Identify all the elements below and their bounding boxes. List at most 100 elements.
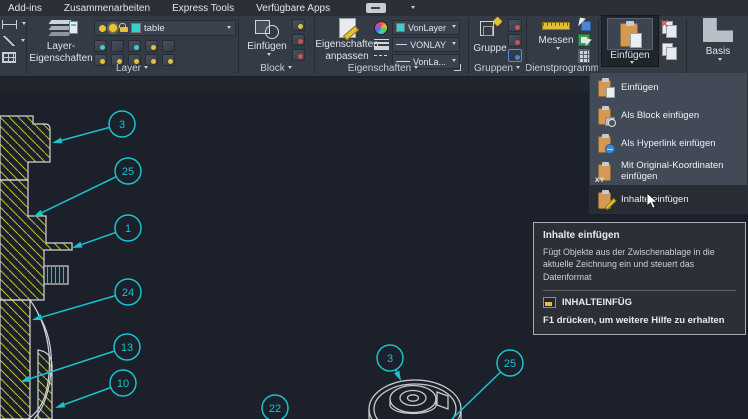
chevron-down-icon xyxy=(515,66,520,71)
color-wheel-icon[interactable] xyxy=(374,21,388,35)
tooltip-help-hint: F1 drücken, um weitere Hilfe zu erhalten xyxy=(543,314,725,326)
utility-tools xyxy=(578,18,591,63)
paste-original-coordinates-icon: XY xyxy=(595,161,613,184)
paste-special-icon xyxy=(598,189,617,210)
chevron-down-icon xyxy=(452,42,456,47)
ribbon-toggle-icon[interactable] xyxy=(366,3,387,13)
panel-separator xyxy=(598,18,599,74)
section-part xyxy=(0,115,73,419)
paste-as-block-icon xyxy=(598,105,616,127)
callout-label: 10 xyxy=(117,378,129,390)
block-tool-icon[interactable] xyxy=(292,49,305,61)
lineweight-dropdown[interactable]: VONLAY xyxy=(392,37,460,52)
layer-tool-icon[interactable] xyxy=(145,40,158,52)
layer-combo[interactable]: table xyxy=(94,20,236,36)
callout-label: 24 xyxy=(122,287,134,299)
layer-combo-value: table xyxy=(144,22,165,34)
menu-item-paste-as-hyperlink[interactable]: Als Hyperlink einfügen xyxy=(590,129,747,157)
menu-item-paste-original-coordinates[interactable]: XY Mit Original-Koordinaten einfügen xyxy=(590,157,747,185)
callout-label: 3 xyxy=(387,353,393,365)
copy-icon[interactable] xyxy=(662,43,677,60)
tooltip-command: INHALTEINFÜG xyxy=(562,296,633,308)
chevron-down-icon xyxy=(452,25,456,30)
menu-item-express-tools[interactable]: Express Tools xyxy=(172,3,234,14)
paste-dropdown-menu: Einfügen Als Block einfügen Als Hyperlin… xyxy=(589,73,748,214)
menu-item-paste-as-block[interactable]: Als Block einfügen xyxy=(590,101,747,129)
group-edit-icon[interactable] xyxy=(508,34,522,47)
groups-panel-label[interactable]: Gruppen xyxy=(468,62,526,75)
chevron-down-icon xyxy=(717,58,722,63)
table-tool[interactable] xyxy=(2,52,16,63)
base-button[interactable]: Basis xyxy=(692,18,744,63)
callout-label: 25 xyxy=(504,358,516,370)
quick-select-icon[interactable] xyxy=(578,18,591,31)
group-button[interactable]: Gruppe xyxy=(472,16,508,54)
menu-item-paste-special[interactable]: Inhalte einfügen xyxy=(590,185,747,213)
utilities-panel-label[interactable]: Dienstprogramm xyxy=(526,62,598,75)
layer-tool-icon[interactable] xyxy=(94,40,107,52)
menu-item-collaborate[interactable]: Zusammenarbeiten xyxy=(64,3,150,14)
dimension-icon xyxy=(2,20,17,29)
callout-label: 25 xyxy=(122,166,134,178)
group-selection-toggle[interactable] xyxy=(508,49,522,62)
layers-icon xyxy=(46,18,78,40)
paste-button[interactable]: Einfügen xyxy=(601,15,659,67)
dimension-tool[interactable] xyxy=(2,20,26,29)
properties-panel-label[interactable]: Eigenschaften xyxy=(314,62,452,75)
ungroup-icon[interactable] xyxy=(508,19,522,32)
leader-tool[interactable] xyxy=(2,36,25,46)
measure-button[interactable]: Messen xyxy=(534,22,578,52)
callout-label: 1 xyxy=(125,223,131,235)
chevron-down-icon xyxy=(555,47,560,52)
lineweight-sample xyxy=(396,44,408,45)
callout xyxy=(20,110,524,419)
chevron-down-icon xyxy=(21,38,25,44)
command-tooltip: Inhalte einfügen Fügt Objekte aus der Zw… xyxy=(533,222,746,335)
menu-item-available-apps[interactable]: Verfügbare Apps xyxy=(256,3,330,14)
spark-icon xyxy=(492,16,503,27)
match-properties-button[interactable]: Eigenschaften anpassen xyxy=(315,18,379,62)
layer-color-swatch xyxy=(131,23,141,33)
paste-icon xyxy=(598,77,615,98)
layer-panel-label[interactable]: Layer xyxy=(26,62,238,75)
chevron-down-icon xyxy=(287,66,292,71)
menu-item-addins[interactable]: Add-ins xyxy=(8,3,42,14)
block-panel-label[interactable]: Block xyxy=(238,62,314,75)
chevron-down-icon xyxy=(414,66,419,71)
insert-block-button[interactable]: Einfügen xyxy=(244,18,290,58)
tooltip-title: Inhalte einfügen xyxy=(543,230,620,241)
group-tools xyxy=(508,19,522,62)
chevron-down-icon[interactable] xyxy=(411,5,416,11)
layer-tool-icon[interactable] xyxy=(162,40,175,52)
property-type-icons xyxy=(374,21,389,63)
layer-properties-button[interactable]: Layer- Eigenschaften xyxy=(29,18,93,64)
layer-tool-icon[interactable] xyxy=(128,40,141,52)
block-tool-icon[interactable] xyxy=(292,34,305,46)
point-id-icon[interactable] xyxy=(578,34,590,46)
calculator-icon[interactable] xyxy=(578,49,590,63)
chevron-down-icon xyxy=(227,25,231,31)
ribbon: Layer- Eigenschaften table Layer Einfüge… xyxy=(0,15,748,76)
callout-label: 3 xyxy=(119,119,125,131)
object-color-dropdown[interactable]: VonLayer xyxy=(392,20,460,35)
cut-icon[interactable] xyxy=(661,20,677,38)
callout-label: 13 xyxy=(121,342,133,354)
paste-icon xyxy=(620,21,642,48)
layer-tool-icon[interactable] xyxy=(111,40,124,52)
base-solid-icon xyxy=(703,18,733,42)
match-properties-icon xyxy=(338,18,356,38)
menu-item-paste[interactable]: Einfügen xyxy=(590,73,747,101)
block-tools xyxy=(292,19,305,61)
layer-thaw-icon xyxy=(109,24,117,32)
command-icon xyxy=(543,296,556,308)
chevron-down-icon xyxy=(629,61,634,66)
paste-as-hyperlink-icon xyxy=(598,133,615,154)
panel-launcher-icon[interactable] xyxy=(454,64,461,71)
insert-block-icon xyxy=(254,18,280,40)
autocad-window: 3 25 1 24 13 10 22 3 25 Add-ins Zusammen… xyxy=(0,0,748,419)
lineweight-icon[interactable] xyxy=(374,39,389,50)
block-tool-icon[interactable] xyxy=(292,19,305,31)
cylinder-part xyxy=(368,379,462,419)
group-icon xyxy=(478,16,503,42)
tooltip-divider xyxy=(543,289,736,291)
